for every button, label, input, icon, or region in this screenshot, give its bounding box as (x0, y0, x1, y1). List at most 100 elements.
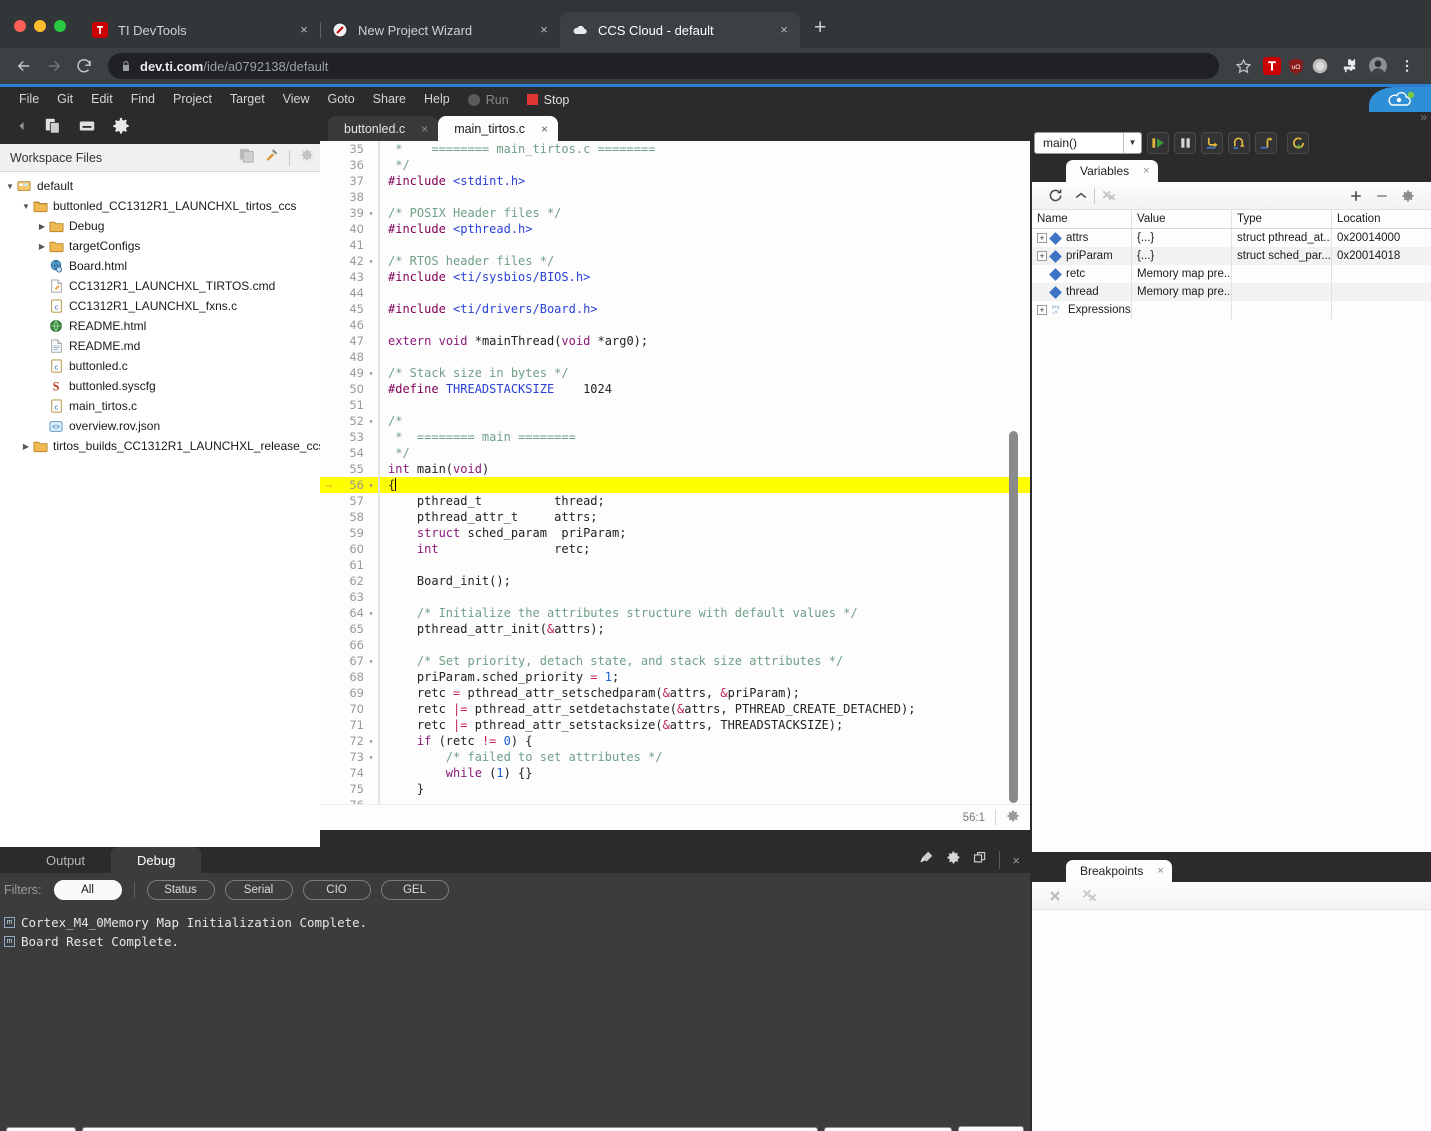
code-editor[interactable]: 35 * ======== main_tirtos.c ======== 36 *… (320, 141, 1030, 830)
code-line[interactable]: 57 pthread_t thread; (320, 493, 1030, 509)
fold-toggle-icon[interactable]: ▾ (364, 417, 378, 426)
menu-item-view[interactable]: View (274, 87, 319, 112)
expand-icon[interactable]: + (1037, 233, 1047, 243)
tree-item-board-html[interactable]: Board.html (0, 256, 320, 276)
code-line[interactable]: 49 ▾ /* Stack size in bytes */ (320, 365, 1030, 381)
code-line[interactable]: 59 struct sched_param priParam; (320, 525, 1030, 541)
code-line[interactable]: 73 ▾ /* failed to set attributes */ (320, 749, 1030, 765)
code-line[interactable]: 53 * ======== main ======== (320, 429, 1030, 445)
settings-gear-icon[interactable] (112, 117, 130, 140)
code-line[interactable]: 47 extern void *mainThread(void *arg0); (320, 333, 1030, 349)
chrome-menu-icon[interactable] (1393, 52, 1421, 80)
code-line[interactable]: 55 int main(void) (320, 461, 1030, 477)
code-line[interactable]: 45 #include <ti/drivers/Board.h> (320, 301, 1030, 317)
run-button[interactable]: Run (459, 93, 518, 107)
chevron-right-icon[interactable]: ▶ (20, 442, 32, 451)
filter-gel[interactable]: GEL (380, 880, 449, 900)
close-icon[interactable]: × (296, 22, 312, 38)
step-into-button[interactable] (1201, 132, 1223, 154)
tab-variables[interactable]: Variables × (1066, 160, 1158, 182)
filter-cio[interactable]: CIO (302, 880, 371, 900)
clear-console-icon[interactable] (919, 850, 934, 870)
close-icon[interactable]: × (1143, 165, 1149, 177)
close-icon[interactable]: × (776, 22, 792, 38)
chevron-down-icon[interactable]: ▼ (1123, 133, 1141, 153)
remove-icon[interactable] (1369, 188, 1395, 204)
code-line[interactable]: 74 while (1) {} (320, 765, 1030, 781)
tree-item-buttonled-c[interactable]: c buttonled.c (0, 356, 320, 376)
chevron-right-icon[interactable]: ▶ (36, 242, 48, 251)
code-line[interactable]: 50 #define THREADSTACKSIZE 1024 (320, 381, 1030, 397)
close-icon[interactable]: × (1157, 865, 1163, 877)
back-icon[interactable] (10, 52, 38, 80)
bookmark-star-icon[interactable] (1229, 52, 1257, 80)
menu-item-goto[interactable]: Goto (319, 87, 364, 112)
chevron-down-icon[interactable]: ▼ (20, 202, 32, 211)
add-icon[interactable] (1343, 188, 1369, 204)
console-settings-icon[interactable] (946, 850, 961, 870)
fold-toggle-icon[interactable]: ▾ (364, 753, 378, 762)
code-line[interactable]: 63 (320, 589, 1030, 605)
tree-item-tirtos-builds[interactable]: ▶ tirtos_builds_CC1312R1_LAUNCHXL_releas… (0, 436, 320, 456)
close-icon[interactable]: × (541, 122, 548, 136)
suspend-button[interactable] (1174, 132, 1196, 154)
code-line[interactable]: 36 */ (320, 157, 1030, 173)
code-line[interactable]: 51 (320, 397, 1030, 413)
code-line[interactable]: 60 int retc; (320, 541, 1030, 557)
column-header-type[interactable]: Type (1232, 210, 1332, 228)
code-line[interactable]: 35 * ======== main_tirtos.c ======== (320, 141, 1030, 157)
column-header-name[interactable]: Name (1032, 210, 1132, 228)
step-return-button[interactable] (1255, 132, 1277, 154)
ublock-extension-icon[interactable]: uO (1287, 57, 1305, 75)
tree-item-buttonled-project[interactable]: ▼ buttonled_CC1312R1_LAUNCHXL_tirtos_ccs (0, 196, 320, 216)
table-row[interactable]: + priParam {...} struct sched_par... 0x2… (1032, 247, 1431, 265)
table-row[interactable]: + x+y =? Expressions/( (1032, 301, 1431, 319)
ti-extension-icon[interactable] (1263, 57, 1281, 75)
expand-icon[interactable]: + (1037, 305, 1047, 315)
code-line[interactable]: 71 retc |= pthread_attr_setstacksize(&at… (320, 717, 1030, 733)
code-line[interactable]: 64 ▾ /* Initialize the attributes structu… (320, 605, 1030, 621)
fold-toggle-icon[interactable]: ▾ (364, 257, 378, 266)
tree-item-readme-html[interactable]: README.html (0, 316, 320, 336)
code-line[interactable]: 38 (320, 189, 1030, 205)
code-line[interactable]: 40 #include <pthread.h> (320, 221, 1030, 237)
circle-extension-icon[interactable] (1311, 57, 1329, 75)
tree-item-overview-rov-json[interactable]: <> overview.rov.json (0, 416, 320, 436)
chevron-right-icon[interactable]: ▶ (36, 222, 48, 231)
close-console-icon[interactable]: × (1012, 853, 1020, 868)
menu-item-help[interactable]: Help (415, 87, 459, 112)
code-line[interactable]: 52 ▾ /* (320, 413, 1030, 429)
reload-icon[interactable] (70, 52, 98, 80)
code-line[interactable]: 46 (320, 317, 1030, 333)
archive-icon[interactable] (78, 117, 96, 140)
filter-all[interactable]: All (53, 880, 122, 900)
code-line[interactable]: ⇨ 56 ▾ { (320, 477, 1030, 493)
stop-button[interactable]: Stop (518, 93, 579, 107)
table-row[interactable]: retc Memory map pre... (1032, 265, 1431, 283)
code-line[interactable]: 37 #include <stdint.h> (320, 173, 1030, 189)
save-all-icon[interactable] (239, 148, 254, 168)
code-line[interactable]: 66 (320, 637, 1030, 653)
filter-status[interactable]: Status (146, 880, 215, 900)
browser-tab-ti-devtools[interactable]: TI DevTools × (80, 12, 320, 48)
code-line[interactable]: 42 ▾ /* RTOS header files */ (320, 253, 1030, 269)
code-line[interactable]: 58 pthread_attr_t attrs; (320, 509, 1030, 525)
variable-value[interactable]: {...} (1132, 247, 1232, 265)
window-maximize-button[interactable] (54, 20, 66, 32)
tree-item-main-tirtos-c[interactable]: c main_tirtos.c (0, 396, 320, 416)
restart-button[interactable] (1287, 132, 1309, 154)
workspace-file-tree[interactable]: ▼ default ▼ buttonled_CC1312R1_LAUNCHXL_… (0, 172, 320, 847)
puzzle-extensions-icon[interactable] (1335, 52, 1363, 80)
fold-toggle-icon[interactable]: ▾ (364, 737, 378, 746)
step-over-button[interactable] (1228, 132, 1250, 154)
menu-item-target[interactable]: Target (221, 87, 274, 112)
tab-output[interactable]: Output (20, 847, 111, 873)
menu-item-git[interactable]: Git (48, 87, 82, 112)
refresh-icon[interactable] (1042, 187, 1068, 204)
tree-item-targetconfigs[interactable]: ▶ targetConfigs (0, 236, 320, 256)
fold-toggle-icon[interactable]: ▾ (364, 481, 378, 490)
window-minimize-button[interactable] (34, 20, 46, 32)
editor-settings-gear-icon[interactable] (1006, 809, 1020, 826)
profile-avatar[interactable] (1369, 57, 1387, 75)
column-header-location[interactable]: Location (1332, 210, 1431, 228)
